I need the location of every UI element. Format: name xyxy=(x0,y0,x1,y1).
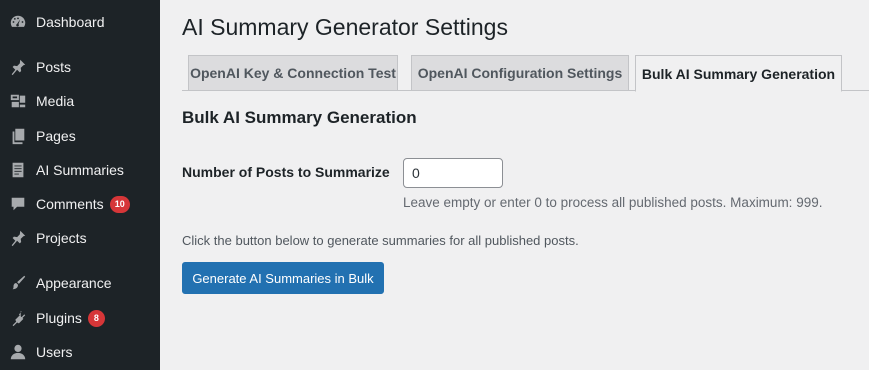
sidebar-item-ai-summaries[interactable]: AI Summaries xyxy=(0,155,160,185)
plugin-icon xyxy=(0,309,36,327)
sidebar-item-appearance[interactable]: Appearance xyxy=(0,268,160,298)
sidebar-item-label: AI Summaries xyxy=(36,162,124,178)
comment-icon xyxy=(0,195,36,213)
bulk-instructions: Click the button below to generate summa… xyxy=(182,233,579,248)
sidebar-item-label: Users xyxy=(36,344,73,360)
sidebar-item-plugins[interactable]: Plugins 8 xyxy=(0,303,160,333)
sidebar-item-label: Appearance xyxy=(36,275,112,291)
sidebar-item-pages[interactable]: Pages xyxy=(0,121,160,151)
plugins-count-badge: 8 xyxy=(87,309,105,327)
brush-icon xyxy=(0,274,36,292)
sidebar-item-label: Plugins xyxy=(36,310,82,326)
sidebar-item-users[interactable]: Users xyxy=(0,337,160,367)
sidebar-item-label: Comments xyxy=(36,196,104,212)
tab-bulk-ai-summary-generation[interactable]: Bulk AI Summary Generation xyxy=(635,55,842,92)
tab-openai-configuration-settings[interactable]: OpenAI Configuration Settings xyxy=(411,55,629,91)
section-title: Bulk AI Summary Generation xyxy=(182,108,417,127)
sidebar-item-media[interactable]: Media xyxy=(0,86,160,116)
posts-count-description: Leave empty or enter 0 to process all pu… xyxy=(403,195,823,210)
sidebar-item-label: Posts xyxy=(36,59,72,75)
posts-count-input[interactable] xyxy=(403,158,503,188)
media-icon xyxy=(0,92,36,110)
document-icon xyxy=(0,161,36,179)
dashboard-icon xyxy=(0,13,36,31)
sidebar-item-comments[interactable]: Comments 10 xyxy=(0,189,160,219)
sidebar-item-posts[interactable]: Posts xyxy=(0,52,160,82)
pages-icon xyxy=(0,127,36,145)
user-icon xyxy=(0,343,36,361)
sidebar-item-projects[interactable]: Projects xyxy=(0,223,160,253)
sidebar-item-label: Dashboard xyxy=(36,14,105,30)
sidebar-item-label: Media xyxy=(36,93,75,109)
pin-icon xyxy=(0,229,36,247)
sidebar-item-dashboard[interactable]: Dashboard xyxy=(0,7,160,37)
comments-count-badge: 10 xyxy=(109,195,130,213)
page-title: AI Summary Generator Settings xyxy=(182,14,508,40)
pin-icon xyxy=(0,58,36,76)
generate-bulk-summaries-button[interactable]: Generate AI Summaries in Bulk xyxy=(182,262,384,294)
posts-count-label: Number of Posts to Summarize xyxy=(182,164,390,180)
sidebar-item-label: Pages xyxy=(36,128,76,144)
settings-tabs: OpenAI Key & Connection Test OpenAI Conf… xyxy=(182,55,869,92)
sidebar-item-label: Projects xyxy=(36,230,87,246)
admin-sidebar: Dashboard Posts Media Pages AI Summaries… xyxy=(0,0,160,370)
tab-openai-key-connection-test[interactable]: OpenAI Key & Connection Test xyxy=(188,55,398,91)
